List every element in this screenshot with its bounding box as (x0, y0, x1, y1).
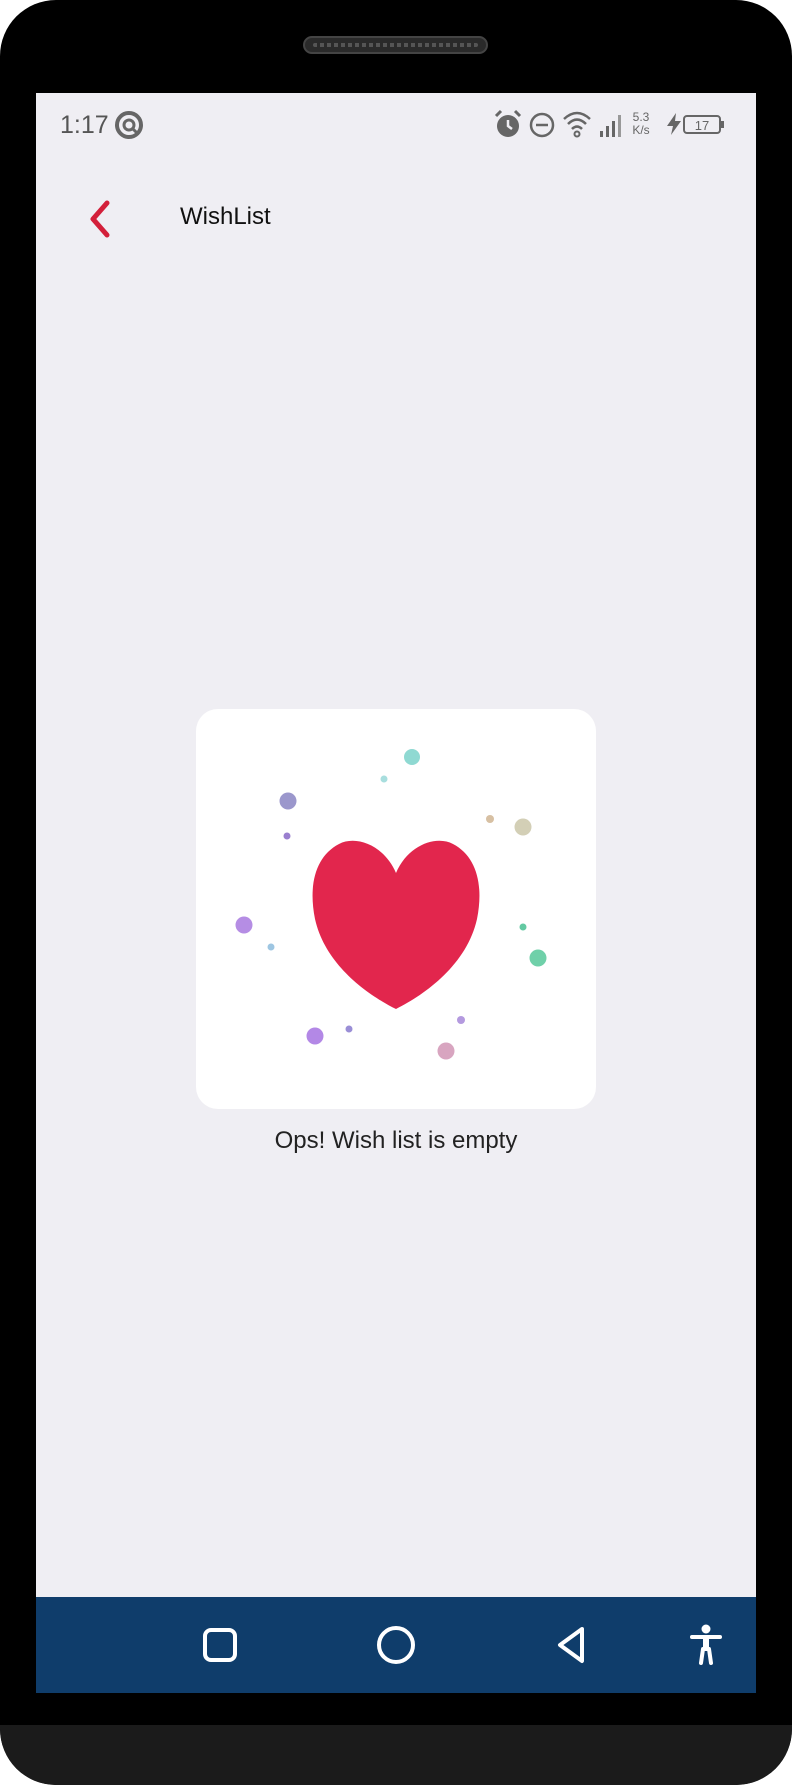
confetti-dot (279, 792, 297, 810)
back-triangle-icon (558, 1627, 584, 1663)
chevron-left-icon (85, 199, 115, 244)
alarm-icon (494, 109, 522, 144)
recents-button[interactable] (194, 1619, 246, 1671)
back-nav-button[interactable] (546, 1619, 598, 1671)
phone-frame: 1:17 5.3 K/s 17 WishList Ops! Wish list … (0, 0, 792, 1785)
empty-illustration-card (196, 709, 596, 1109)
confetti-dot (306, 1027, 324, 1045)
heart-icon (312, 840, 480, 1009)
empty-message: Ops! Wish list is empty (274, 1127, 518, 1154)
battery-icon: 17 (682, 109, 726, 144)
back-button[interactable] (72, 193, 128, 249)
page-title: WishList (180, 203, 271, 230)
wifi-icon (562, 109, 592, 144)
home-circle-icon (377, 1626, 415, 1664)
confetti-dot (457, 1016, 465, 1024)
confetti-dot (514, 818, 532, 836)
confetti-dot (345, 1025, 353, 1033)
net-speed-unit: K/s (632, 123, 650, 137)
accessibility-button[interactable] (680, 1619, 732, 1671)
signal-icon (598, 109, 624, 144)
app-bar: WishList (36, 193, 756, 273)
accessibility-icon (690, 1624, 722, 1665)
recents-square-icon (203, 1628, 237, 1662)
confetti-dot (235, 916, 253, 934)
speaker-grille (303, 36, 488, 54)
confetti-dot (529, 949, 547, 967)
net-speed: 5.3 K/s (626, 111, 656, 137)
app-screen: 1:17 5.3 K/s 17 WishList Ops! Wish list … (36, 93, 756, 1693)
battery-level: 17 (695, 118, 709, 133)
confetti-dot (267, 943, 275, 951)
confetti-dot (519, 923, 527, 931)
confetti-dot (283, 832, 291, 840)
confetti-dot (486, 815, 494, 823)
heart-illustration (235, 749, 547, 1060)
confetti-dot (404, 749, 420, 765)
do-not-disturb-icon (528, 109, 556, 144)
status-icons: 5.3 K/s 17 (494, 109, 734, 141)
status-bar: 1:17 5.3 K/s 17 (36, 93, 756, 157)
bottom-bezel (0, 1725, 792, 1785)
confetti-dot (437, 1042, 455, 1060)
app-notification-icon (114, 110, 144, 145)
navigation-bar (36, 1597, 756, 1693)
confetti-dot (380, 775, 388, 783)
status-time: 1:17 (60, 111, 109, 139)
home-button[interactable] (370, 1619, 422, 1671)
charging-icon (664, 109, 684, 144)
